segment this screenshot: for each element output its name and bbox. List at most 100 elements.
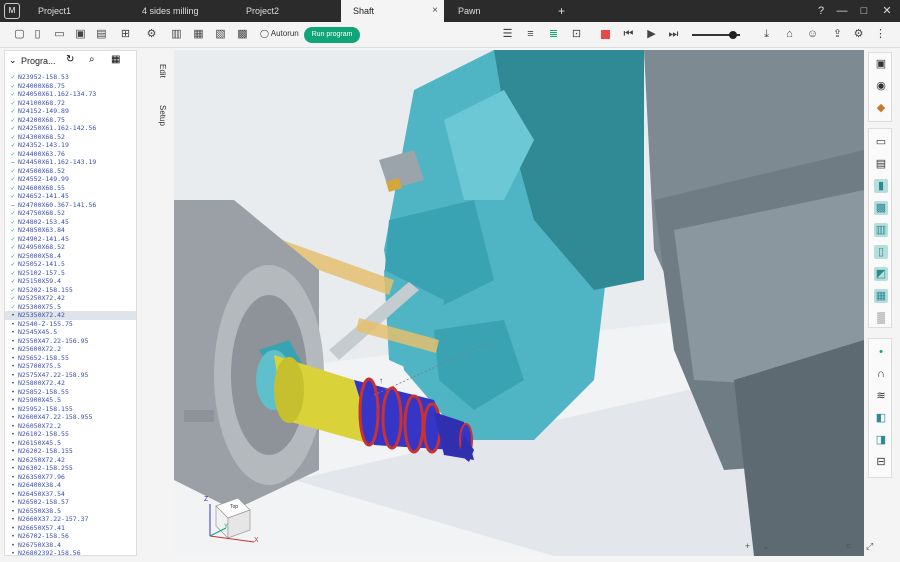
machine-view-icon[interactable]: ◆ — [874, 101, 888, 115]
view-box-icon[interactable]: ▣ — [874, 57, 888, 71]
fixture-icon[interactable]: ▩ — [874, 201, 888, 215]
export-icon[interactable]: ⇪ — [831, 28, 844, 41]
add-icon[interactable]: ⊞ — [119, 28, 132, 41]
program-row[interactable]: ✓ N25250X72.42 — [5, 294, 136, 303]
program-row[interactable]: • N25800X72.42 — [5, 379, 136, 388]
program-row[interactable]: • N2575X47.22-158.95 — [5, 371, 136, 380]
sort-icon[interactable]: ≡ — [524, 28, 537, 41]
program-row[interactable]: • N25652-158.55 — [5, 354, 136, 363]
program-row[interactable]: • N26650X57.41 — [5, 524, 136, 533]
collapse-chevron-icon[interactable]: ⌄ — [9, 55, 17, 66]
play-icon[interactable]: ▶ — [645, 28, 658, 41]
tab-4-sides-milling[interactable]: 4 sides milling — [142, 0, 242, 22]
path-icon[interactable]: ∩ — [874, 367, 888, 381]
tab-shaft[interactable]: Shaft × — [341, 0, 444, 22]
program-row[interactable]: ✓ N24352-143.19 — [5, 141, 136, 150]
view-cube[interactable]: Top Z X Y — [204, 490, 264, 546]
step-back-icon[interactable]: ⏮ — [622, 28, 635, 41]
maximize-button[interactable]: □ — [853, 0, 875, 22]
program-row[interactable]: ✓ N24850X63.84 — [5, 226, 136, 235]
program-row[interactable]: ✓ N25000X58.4 — [5, 252, 136, 261]
holder-icon[interactable]: ▯ — [874, 245, 888, 259]
program-row[interactable]: • N26350X77.96 — [5, 473, 136, 482]
list-icon[interactable]: ☰ — [501, 28, 514, 41]
program-row[interactable]: ✓ N24600X68.55 — [5, 184, 136, 193]
program-row[interactable]: • N26550X38.5 — [5, 507, 136, 516]
program-row[interactable]: • N26802392-158.56 — [5, 549, 136, 555]
program-row[interactable]: ✓ N24100X68.72 — [5, 99, 136, 108]
program-row[interactable]: ✓ N24500X68.52 — [5, 167, 136, 176]
open-file-icon[interactable]: ▢ — [13, 28, 26, 41]
machine-cover-icon[interactable]: ▭ — [874, 135, 888, 149]
run-program-button[interactable]: Run program — [304, 27, 360, 43]
program-row[interactable]: • N25350X72.42 — [5, 311, 136, 320]
program-row[interactable]: ✓ N24000X68.75 — [5, 82, 136, 91]
program-row[interactable]: ✓ N24400X63.76 — [5, 150, 136, 159]
program-row[interactable]: • N26400X38.4 — [5, 481, 136, 490]
search-icon[interactable]: ⌕ — [89, 54, 95, 65]
sphere-view-icon[interactable]: ◉ — [874, 79, 888, 93]
lines-icon[interactable]: ≣ — [547, 28, 560, 41]
program-row[interactable]: ✓ N25202-158.155 — [5, 286, 136, 295]
part-icon[interactable]: ◩ — [874, 267, 888, 281]
tab-pawn[interactable]: Pawn — [458, 0, 548, 22]
image-icon[interactable]: ▦ — [192, 28, 205, 41]
program-row[interactable]: • N26250X72.42 — [5, 456, 136, 465]
program-row[interactable]: ✓ N24050X61.162-134.73 — [5, 90, 136, 99]
calculator-icon[interactable]: ▦ — [111, 54, 120, 65]
program-row[interactable]: ✓ N24652-141.45 — [5, 192, 136, 201]
program-row[interactable]: • N2600X47.22-158.955 — [5, 413, 136, 422]
enclosure-icon[interactable]: ▤ — [874, 157, 888, 171]
program-row[interactable]: ✓ N24250X61.162-142.56 — [5, 124, 136, 133]
fit-view-icon[interactable]: ⌗ — [846, 541, 851, 552]
program-row[interactable]: • N25952-158.155 — [5, 405, 136, 414]
program-row[interactable]: ✓ N24802-153.45 — [5, 218, 136, 227]
setup-icon[interactable]: ⚙ — [145, 28, 158, 41]
help-button[interactable]: ? — [810, 0, 832, 22]
step-forward-icon[interactable]: ⏭ — [667, 28, 680, 41]
workpiece-icon[interactable]: ▦ — [874, 289, 888, 303]
transparency-icon[interactable]: ▒ — [874, 311, 888, 325]
point-icon[interactable]: • — [874, 345, 888, 359]
close-window-button[interactable]: ✕ — [876, 0, 898, 22]
report-icon[interactable]: ▧ — [214, 28, 227, 41]
open-folder-icon[interactable]: ▭ — [53, 28, 66, 41]
nc-file-icon[interactable]: ▤ — [95, 28, 108, 41]
face-icon[interactable]: ☺ — [806, 28, 819, 41]
new-file-icon[interactable]: ▯ — [31, 28, 44, 41]
program-row[interactable]: • N26502-158.57 — [5, 498, 136, 507]
program-row[interactable]: ✓ N23952-158.53 — [5, 73, 136, 82]
print-icon[interactable]: ▥ — [170, 28, 183, 41]
refresh-icon[interactable]: ↻ — [66, 54, 74, 65]
settings-gear-icon[interactable]: ⚙ — [852, 28, 865, 41]
program-row[interactable]: ✓ N24200X68.75 — [5, 116, 136, 125]
program-row[interactable]: • N25852-158.55 — [5, 388, 136, 397]
stop-icon[interactable] — [601, 30, 610, 39]
program-row[interactable]: • N25700X75.5 — [5, 362, 136, 371]
tool-icon[interactable]: ▥ — [874, 223, 888, 237]
speed-slider-knob[interactable] — [729, 31, 737, 39]
table-icon[interactable]: ▩ — [236, 28, 249, 41]
program-row[interactable]: – N24450X61.162-143.19 — [5, 158, 136, 167]
program-row[interactable]: ✓ N25300X75.5 — [5, 303, 136, 312]
vtab-setup[interactable]: Setup — [158, 105, 167, 126]
program-row[interactable]: ✓ N24300X68.52 — [5, 133, 136, 142]
section-icon[interactable]: ⊟ — [874, 455, 888, 469]
program-row[interactable]: • N25900X45.5 — [5, 396, 136, 405]
program-row[interactable]: ✓ N24750X68.52 — [5, 209, 136, 218]
program-row[interactable]: ✓ N24552-149.99 — [5, 175, 136, 184]
program-row[interactable]: ✓ N25150X59.4 — [5, 277, 136, 286]
program-list[interactable]: ✓ N23952-158.53 ✓ N24000X68.75 ✓ N24050X61.16… — [5, 73, 136, 555]
home-icon[interactable]: ⌂ — [783, 28, 796, 41]
stock-icon[interactable]: ▮ — [874, 179, 888, 193]
program-row[interactable]: • N26302-158.255 — [5, 464, 136, 473]
program-row[interactable]: • N2550X47.22-156.95 — [5, 337, 136, 346]
program-row[interactable]: – N24700X60.367-141.56 — [5, 201, 136, 210]
program-row[interactable]: • N2540-Z-155.75 — [5, 320, 136, 329]
vtab-edit[interactable]: Edit — [158, 64, 167, 78]
tab-project1[interactable]: Project1 — [38, 0, 138, 22]
tab-project2[interactable]: Project2 — [246, 0, 338, 22]
new-tab-button[interactable]: + — [558, 0, 565, 22]
program-row[interactable]: ✓ N24902-141.45 — [5, 235, 136, 244]
program-row[interactable]: • N2660X37.22-157.37 — [5, 515, 136, 524]
